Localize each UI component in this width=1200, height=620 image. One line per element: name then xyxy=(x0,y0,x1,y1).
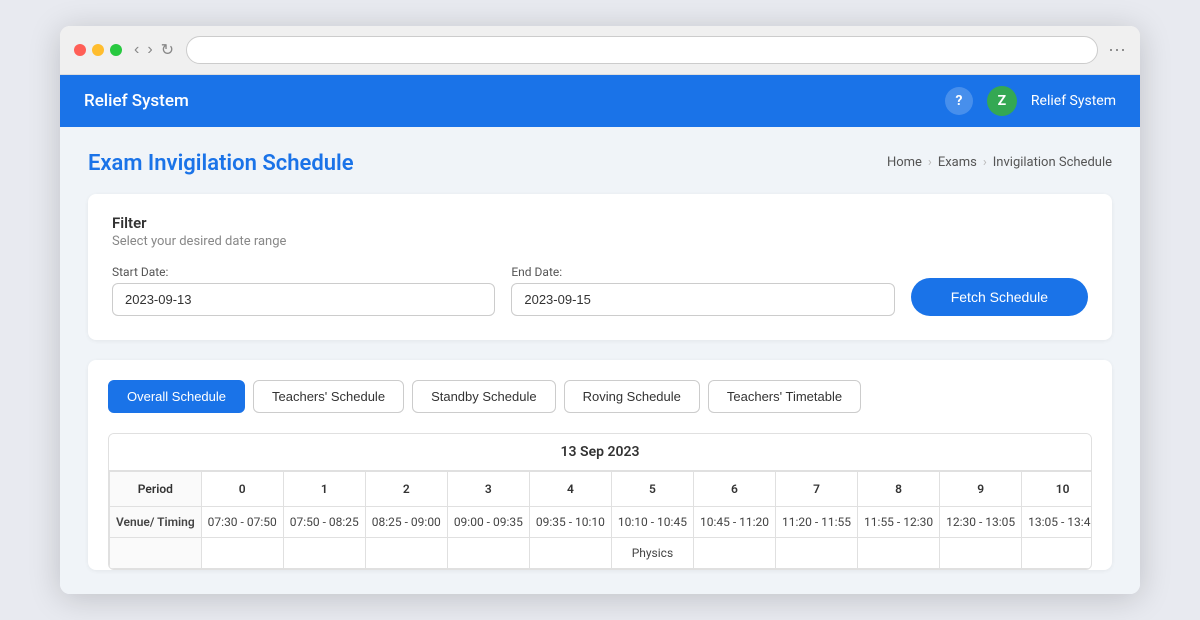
app-title: Relief System xyxy=(84,91,189,111)
user-avatar: Z xyxy=(987,86,1017,116)
page-title: Exam Invigilation Schedule xyxy=(88,151,354,176)
row-1-col-5: Physics xyxy=(611,538,693,569)
breadcrumb-sep-1: › xyxy=(928,155,932,170)
row-1-col-8 xyxy=(858,538,940,569)
col-header-3: 3 xyxy=(447,472,529,507)
end-date-input[interactable] xyxy=(511,283,894,316)
help-icon[interactable]: ? xyxy=(945,87,973,115)
tab-roving-schedule[interactable]: Roving Schedule xyxy=(564,380,700,413)
breadcrumb-home[interactable]: Home xyxy=(887,155,922,170)
col-header-1: 1 xyxy=(283,472,365,507)
fetch-schedule-button[interactable]: Fetch Schedule xyxy=(911,278,1088,316)
start-date-label: Start Date: xyxy=(112,265,495,279)
row-1-col-10 xyxy=(1022,538,1092,569)
start-date-field: Start Date: xyxy=(112,265,495,316)
col-header-0: 0 xyxy=(201,472,283,507)
table-header-row: Period 0 1 2 3 4 5 6 7 8 9 10 11 xyxy=(110,472,1093,507)
row-0-col-7: 11:20 - 11:55 xyxy=(776,507,858,538)
schedule-table-container: 13 Sep 2023 Period 0 1 2 3 4 5 6 7 xyxy=(108,433,1092,570)
row-1-col-2 xyxy=(365,538,447,569)
row-0-col-10: 13:05 - 13:40 xyxy=(1022,507,1092,538)
end-date-label: End Date: xyxy=(511,265,894,279)
col-header-7: 7 xyxy=(776,472,858,507)
maximize-button[interactable] xyxy=(110,44,122,56)
row-1-col-3 xyxy=(447,538,529,569)
row-0-col-6: 10:45 - 11:20 xyxy=(693,507,775,538)
url-bar[interactable] xyxy=(186,36,1098,64)
user-name: Relief System xyxy=(1031,93,1116,109)
nav-arrows: ‹ › ↻ xyxy=(132,40,176,60)
filter-subtitle: Select your desired date range xyxy=(112,234,1088,249)
row-0-col-1: 07:50 - 08:25 xyxy=(283,507,365,538)
col-header-2: 2 xyxy=(365,472,447,507)
browser-window: ‹ › ↻ ⋯ Relief System ? Z Relief System … xyxy=(60,26,1140,594)
forward-button[interactable]: › xyxy=(145,40,154,60)
end-date-field: End Date: xyxy=(511,265,894,316)
row-1-col-0 xyxy=(201,538,283,569)
row-0-col-3: 09:00 - 09:35 xyxy=(447,507,529,538)
col-header-6: 6 xyxy=(693,472,775,507)
filter-row: Start Date: End Date: Fetch Schedule xyxy=(112,265,1088,316)
row-0-col-5: 10:10 - 10:45 xyxy=(611,507,693,538)
breadcrumb-exams[interactable]: Exams xyxy=(938,155,977,170)
row-1-col-1 xyxy=(283,538,365,569)
col-header-10: 10 xyxy=(1022,472,1092,507)
breadcrumb-current: Invigilation Schedule xyxy=(993,155,1112,170)
col-header-period: Period xyxy=(110,472,202,507)
row-0-label: Venue/ Timing xyxy=(110,507,202,538)
tab-teachers-timetable[interactable]: Teachers' Timetable xyxy=(708,380,861,413)
schedule-tbody: Venue/ Timing07:30 - 07:5007:50 - 08:250… xyxy=(110,507,1093,569)
row-1-col-7 xyxy=(776,538,858,569)
filter-title: Filter xyxy=(112,214,1088,232)
row-0-col-8: 11:55 - 12:30 xyxy=(858,507,940,538)
row-0-col-2: 08:25 - 09:00 xyxy=(365,507,447,538)
main-content: Exam Invigilation Schedule Home › Exams … xyxy=(60,127,1140,594)
tabs-row: Overall Schedule Teachers' Schedule Stan… xyxy=(108,380,1092,413)
browser-chrome: ‹ › ↻ ⋯ xyxy=(60,26,1140,75)
breadcrumb: Home › Exams › Invigilation Schedule xyxy=(887,155,1112,170)
schedule-card: Overall Schedule Teachers' Schedule Stan… xyxy=(88,360,1112,570)
schedule-table: Period 0 1 2 3 4 5 6 7 8 9 10 11 xyxy=(109,471,1092,569)
breadcrumb-sep-2: › xyxy=(983,155,987,170)
table-row: Venue/ Timing07:30 - 07:5007:50 - 08:250… xyxy=(110,507,1093,538)
col-header-8: 8 xyxy=(858,472,940,507)
row-0-col-9: 12:30 - 13:05 xyxy=(940,507,1022,538)
back-button[interactable]: ‹ xyxy=(132,40,141,60)
row-1-label xyxy=(110,538,202,569)
browser-menu-icon[interactable]: ⋯ xyxy=(1108,40,1126,61)
row-0-col-4: 09:35 - 10:10 xyxy=(529,507,611,538)
col-header-4: 4 xyxy=(529,472,611,507)
header-right: ? Z Relief System xyxy=(945,86,1116,116)
row-0-col-0: 07:30 - 07:50 xyxy=(201,507,283,538)
start-date-input[interactable] xyxy=(112,283,495,316)
table-row: PhysicsPhysics xyxy=(110,538,1093,569)
row-1-col-9 xyxy=(940,538,1022,569)
tab-overall-schedule[interactable]: Overall Schedule xyxy=(108,380,245,413)
filter-card: Filter Select your desired date range St… xyxy=(88,194,1112,340)
date-header: 13 Sep 2023 xyxy=(109,434,1091,471)
close-button[interactable] xyxy=(74,44,86,56)
col-header-9: 9 xyxy=(940,472,1022,507)
refresh-button[interactable]: ↻ xyxy=(159,40,176,60)
page-header-row: Exam Invigilation Schedule Home › Exams … xyxy=(88,151,1112,176)
tab-standby-schedule[interactable]: Standby Schedule xyxy=(412,380,556,413)
minimize-button[interactable] xyxy=(92,44,104,56)
app-header: Relief System ? Z Relief System xyxy=(60,75,1140,127)
tab-teachers-schedule[interactable]: Teachers' Schedule xyxy=(253,380,404,413)
traffic-lights xyxy=(74,44,122,56)
row-1-col-4 xyxy=(529,538,611,569)
col-header-5: 5 xyxy=(611,472,693,507)
row-1-col-6 xyxy=(693,538,775,569)
